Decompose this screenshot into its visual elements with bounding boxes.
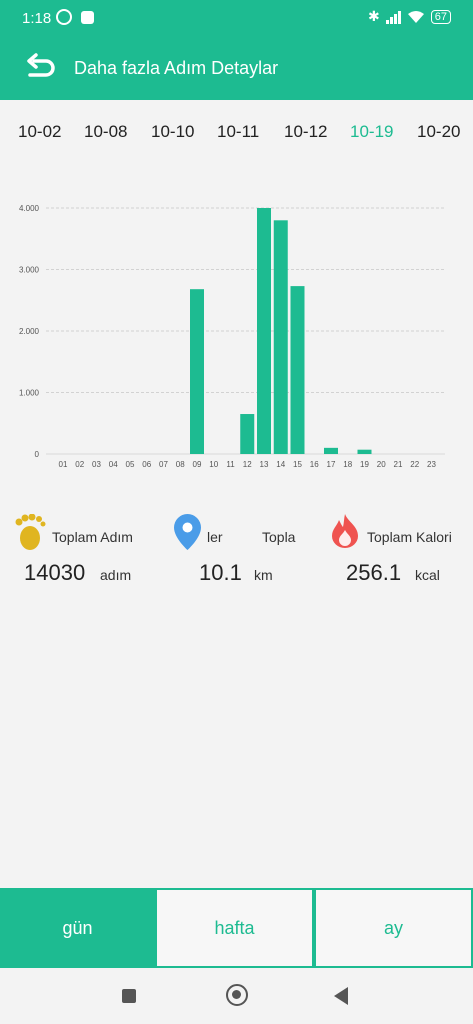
date-tab[interactable]: 10-20	[417, 122, 460, 142]
y-tick-label: 1.000	[19, 389, 40, 398]
calories-unit: kcal	[415, 567, 440, 583]
week-button[interactable]: hafta	[155, 888, 314, 968]
x-tick-label: 11	[226, 460, 235, 469]
chart-bar	[273, 220, 288, 454]
chart-svg: 0 1.000 2.000 3.000 4.000 01 02 03 04 05 06 07 08 09 1…	[19, 204, 445, 469]
x-tick-label: 13	[260, 460, 269, 469]
chart-bar	[290, 286, 305, 454]
x-tick-label: 10	[209, 460, 218, 469]
x-tick-label: 07	[159, 460, 168, 469]
page-title: Daha fazla Adım Detaylar	[74, 58, 279, 78]
battery-icon: 67	[430, 9, 451, 24]
back-arrow-icon[interactable]	[24, 53, 58, 83]
distance-label-right: Topla	[262, 529, 296, 545]
steps-label: Toplam Adım	[52, 529, 133, 545]
period-selector: gün hafta ay	[0, 888, 473, 968]
steps-unit: adım	[100, 567, 132, 583]
bluetooth-icon: ✱	[368, 8, 380, 24]
date-tab[interactable]: 10-10	[151, 122, 194, 142]
chart-bar	[257, 208, 271, 454]
date-tab-active[interactable]: 10-19	[350, 122, 393, 142]
x-tick-label: 08	[176, 460, 185, 469]
flame-icon	[332, 514, 358, 548]
wifi-icon	[407, 10, 424, 23]
date-tabs: 10-02 10-08 10-10 10-11 10-12 10-19 10-2…	[0, 100, 473, 162]
alarm-icon	[56, 9, 72, 25]
status-time: 1:18	[22, 10, 52, 27]
x-tick-label: 18	[343, 460, 352, 469]
x-tick-label: 01	[59, 460, 68, 469]
chart-bar	[190, 289, 204, 454]
y-tick-label: 4.000	[19, 204, 40, 213]
x-tick-label: 22	[410, 460, 419, 469]
x-tick-label: 17	[327, 460, 336, 469]
distance-value: 10.1	[199, 560, 242, 585]
chart-bar	[324, 447, 338, 454]
day-button[interactable]: gün	[0, 888, 155, 968]
date-tab[interactable]: 10-11	[217, 122, 259, 142]
date-tab[interactable]: 10-02	[18, 122, 61, 142]
steps-value: 14030	[24, 560, 86, 585]
home-icon[interactable]	[226, 984, 248, 1006]
distance-label-left: ler	[207, 529, 223, 545]
system-nav-bar	[0, 968, 473, 1024]
y-tick-label: 3.000	[19, 266, 40, 275]
date-tab[interactable]: 10-12	[284, 122, 327, 142]
x-tick-label: 12	[243, 460, 252, 469]
back-icon[interactable]	[334, 987, 348, 1005]
y-tick-label: 2.000	[19, 327, 40, 336]
x-tick-label: 02	[75, 460, 84, 469]
steps-bar-chart: 0 1.000 2.000 3.000 4.000 01 02 03 04 05 06 07 08 09 1…	[0, 190, 473, 480]
app-bar: Daha fazla Adım Detaylar	[0, 38, 473, 100]
notification-icon	[81, 11, 94, 24]
chart-bar	[357, 449, 372, 454]
distance-unit: km	[254, 567, 273, 583]
x-tick-label: 09	[193, 460, 202, 469]
calories-label: Toplam Kalori	[367, 529, 452, 545]
x-tick-label: 21	[394, 460, 403, 469]
stats-row: Toplam Adım 14030 adım ler Topla 10.1 km…	[0, 508, 473, 608]
signal-icon	[385, 10, 401, 24]
x-tick-label: 03	[92, 460, 101, 469]
footprints-icon	[15, 514, 46, 550]
month-button[interactable]: ay	[314, 888, 473, 968]
chart-bar	[240, 414, 255, 454]
x-tick-label: 16	[310, 460, 319, 469]
status-bar: 1:18 ✱ 67	[0, 0, 473, 38]
x-tick-label: 19	[360, 460, 369, 469]
x-tick-label: 20	[377, 460, 386, 469]
x-tick-label: 06	[142, 460, 151, 469]
x-tick-label: 15	[293, 460, 302, 469]
recent-apps-icon[interactable]	[122, 989, 136, 1003]
x-tick-label: 14	[276, 460, 285, 469]
x-tick-label: 23	[427, 460, 436, 469]
battery-level: 67	[434, 10, 447, 23]
location-pin-icon	[174, 514, 201, 550]
x-tick-label: 04	[109, 460, 118, 469]
calories-value: 256.1	[346, 560, 402, 585]
date-tab[interactable]: 10-08	[84, 122, 127, 142]
x-tick-label: 05	[126, 460, 135, 469]
y-tick-label: 0	[35, 450, 40, 459]
